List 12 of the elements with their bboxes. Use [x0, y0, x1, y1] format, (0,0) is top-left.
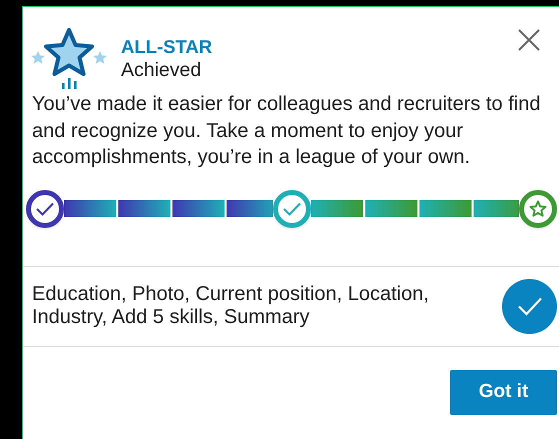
star-icon	[529, 200, 547, 218]
check-icon	[36, 202, 54, 216]
achievement-title: ALL-STAR	[121, 36, 212, 58]
got-it-button[interactable]: Got it	[450, 370, 557, 414]
achievement-status: Achieved	[121, 58, 202, 82]
requirements-text: Education, Photo, Current position, Location, Industry, Add 5 skills, Summary	[32, 283, 430, 329]
star-badge-icon	[30, 27, 108, 91]
check-icon	[518, 296, 542, 316]
description-text: You’ve made it easier for colleagues and recruiters to find and recognize you. Take a moment to enjoy your accomplishments, you’re in a league of your own.	[31, 92, 542, 170]
check-icon	[282, 202, 300, 216]
close-icon	[518, 29, 540, 51]
close-button[interactable]	[516, 27, 542, 53]
